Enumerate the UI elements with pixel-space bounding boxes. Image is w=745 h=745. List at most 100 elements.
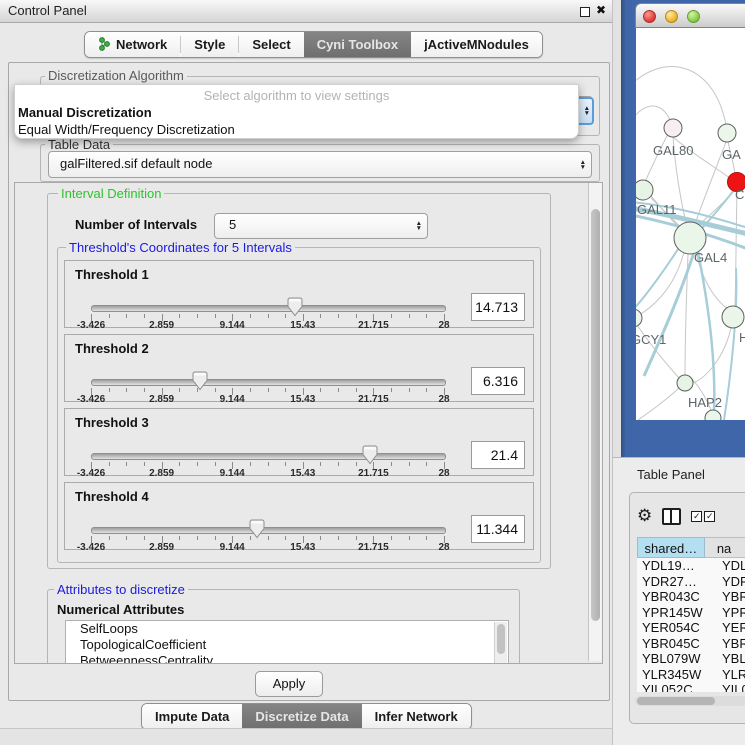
- cell-shared-name[interactable]: YER054C: [637, 620, 718, 636]
- table-row[interactable]: YER054CYER0: [637, 620, 745, 636]
- cell-name[interactable]: YBL0: [718, 651, 745, 667]
- slider-track[interactable]: [91, 379, 446, 386]
- table-header-row: shared… na: [637, 537, 745, 558]
- network-edge[interactable]: [638, 388, 679, 420]
- list-scrollbar[interactable]: [494, 622, 507, 663]
- tab-label: jActiveMNodules: [424, 37, 529, 52]
- network-edge[interactable]: [636, 252, 684, 320]
- threshold-value-field[interactable]: 14.713: [471, 293, 525, 321]
- tick-label: 15.43: [290, 468, 315, 479]
- attribute-item-selfloops[interactable]: SelfLoops: [66, 621, 508, 637]
- network-node-hap2[interactable]: [677, 375, 693, 391]
- tab-jactivemnodules[interactable]: jActiveMNodules: [411, 32, 542, 57]
- network-edge[interactable]: [698, 252, 714, 412]
- control-panel-titlebar[interactable]: Control Panel ✖: [0, 0, 612, 23]
- network-node[interactable]: [705, 410, 721, 420]
- minimize-traffic-light-icon[interactable]: [665, 10, 678, 23]
- threshold-slider[interactable]: -3.4262.8599.14415.4321.71528: [91, 449, 444, 475]
- vertical-scrollbar-thumb[interactable]: [591, 209, 600, 621]
- cell-name[interactable]: YIL0: [718, 682, 745, 692]
- threshold-slider[interactable]: -3.4262.8599.14415.4321.71528: [91, 523, 444, 549]
- threshold-slider[interactable]: -3.4262.8599.14415.4321.71528: [91, 301, 444, 327]
- slider-track[interactable]: [91, 453, 446, 460]
- tab-style[interactable]: Style: [181, 32, 238, 57]
- node-label: GAL11: [637, 202, 677, 217]
- table-row[interactable]: YDR27…YDR2: [637, 574, 745, 590]
- vertical-scrollbar[interactable]: [588, 183, 602, 661]
- tab-network[interactable]: Network: [85, 32, 180, 57]
- zoom-traffic-light-icon[interactable]: [687, 10, 700, 23]
- column-header-shared[interactable]: shared…: [637, 537, 705, 558]
- cell-shared-name[interactable]: YBR045C: [637, 636, 718, 652]
- table-row[interactable]: YPR145WYPR1: [637, 605, 745, 621]
- table-row[interactable]: YBL079WYBL0: [637, 651, 745, 667]
- cell-shared-name[interactable]: YPR145W: [637, 605, 718, 621]
- cell-shared-name[interactable]: YBL079W: [637, 651, 718, 667]
- threshold-value-field[interactable]: 11.344: [471, 515, 525, 543]
- tick-mark: [409, 314, 410, 318]
- network-edge[interactable]: [645, 134, 668, 182]
- table-row[interactable]: YDL19…YDL1: [637, 558, 745, 574]
- list-scrollbar-thumb[interactable]: [497, 624, 505, 654]
- tick-mark: [426, 536, 427, 540]
- tab-cyni-toolbox[interactable]: Cyni Toolbox: [304, 32, 411, 57]
- number-of-intervals-value: 5: [229, 217, 236, 232]
- tab-impute-data[interactable]: Impute Data: [142, 704, 242, 729]
- cell-name[interactable]: YPR1: [718, 605, 745, 621]
- network-graph[interactable]: GAL80GACGAL11GAL4GCY1HHAP2: [636, 28, 745, 420]
- network-node-h[interactable]: [722, 306, 744, 328]
- network-window-titlebar[interactable]: [635, 3, 745, 28]
- cell-shared-name[interactable]: YDR27…: [637, 574, 718, 590]
- cell-shared-name[interactable]: YIL052C: [637, 682, 718, 692]
- algorithm-option-equal-width-frequency-discretization[interactable]: Equal Width/Frequency Discretization: [15, 121, 578, 138]
- checkbox-checked-icon[interactable]: ✓: [704, 511, 715, 522]
- numerical-attributes-list[interactable]: SelfLoopsTopologicalCoefficientBetweenne…: [65, 620, 509, 664]
- table-row[interactable]: YBR045CYBR0: [637, 636, 745, 652]
- cell-name[interactable]: YBR0: [718, 636, 745, 652]
- cell-shared-name[interactable]: YLR345W: [637, 667, 718, 683]
- split-columns-icon[interactable]: [662, 508, 681, 525]
- table-row[interactable]: YIL052CYIL0: [637, 682, 745, 692]
- float-window-icon[interactable]: [580, 7, 590, 17]
- horizontal-scrollbar-thumb[interactable]: [637, 697, 715, 705]
- apply-button[interactable]: Apply: [255, 671, 323, 697]
- column-header-name[interactable]: na: [705, 537, 745, 558]
- network-canvas[interactable]: GAL80GACGAL11GAL4GCY1HHAP2: [636, 28, 745, 420]
- threshold-value-field[interactable]: 21.4: [471, 441, 525, 469]
- slider-track[interactable]: [91, 527, 446, 534]
- table-data-combobox[interactable]: galFiltered.sif default node ▲▼: [48, 151, 592, 178]
- network-node-gal80[interactable]: [664, 119, 682, 137]
- table-row[interactable]: YBR043CYBR0: [637, 589, 745, 605]
- cell-name[interactable]: YLR3: [718, 667, 745, 683]
- cell-name[interactable]: YDR2: [718, 574, 745, 590]
- slider-track[interactable]: [91, 305, 446, 312]
- tick-label: 9.144: [220, 320, 245, 331]
- close-icon[interactable]: ✖: [596, 3, 606, 17]
- checkbox-checked-icon[interactable]: ✓: [691, 511, 702, 522]
- network-edge[interactable]: [698, 190, 733, 226]
- cell-shared-name[interactable]: YBR043C: [637, 589, 718, 605]
- gear-icon[interactable]: ⚙: [637, 506, 652, 526]
- horizontal-scrollbar[interactable]: [635, 696, 745, 706]
- cell-shared-name[interactable]: YDL19…: [637, 558, 718, 574]
- tab-discretize-data[interactable]: Discretize Data: [242, 704, 361, 729]
- tick-mark: [409, 388, 410, 392]
- number-of-intervals-combobox[interactable]: 5 ▲▼: [214, 213, 428, 239]
- table-row[interactable]: YLR345WYLR3: [637, 667, 745, 683]
- network-node-ga[interactable]: [718, 124, 736, 142]
- cell-name[interactable]: YBR0: [718, 589, 745, 605]
- close-traffic-light-icon[interactable]: [643, 10, 656, 23]
- network-node-gal11[interactable]: [636, 180, 653, 200]
- threshold-value-field[interactable]: 6.316: [471, 367, 525, 395]
- algorithm-option-manual-discretization[interactable]: Manual Discretization: [15, 104, 578, 121]
- tab-select[interactable]: Select: [239, 32, 303, 57]
- cell-name[interactable]: YDL1: [718, 558, 745, 574]
- attribute-item-topologicalcoefficient[interactable]: TopologicalCoefficient: [66, 637, 508, 653]
- network-edge[interactable]: [636, 67, 726, 125]
- attribute-item-betweennesscentrality[interactable]: BetweennessCentrality: [66, 653, 508, 664]
- cell-name[interactable]: YER0: [718, 620, 745, 636]
- tab-infer-network[interactable]: Infer Network: [362, 704, 471, 729]
- threshold-slider[interactable]: -3.4262.8599.14415.4321.71528: [91, 375, 444, 401]
- tick-mark: [409, 462, 410, 466]
- network-node-gcy1[interactable]: [636, 309, 642, 327]
